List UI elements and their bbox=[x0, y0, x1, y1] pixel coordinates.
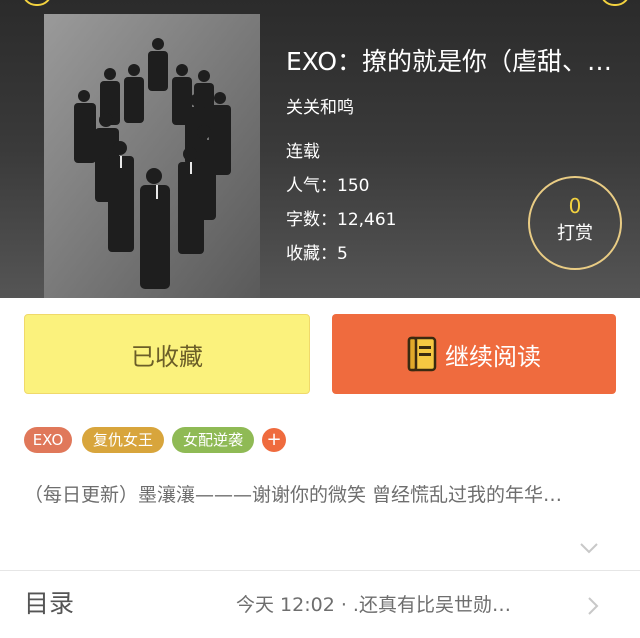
table-of-contents-row[interactable]: 目录 今天 12:02 · .还真有比吴世勋… bbox=[0, 571, 640, 638]
book-favorites: 收藏：5 bbox=[286, 244, 348, 264]
book-status: 连载 bbox=[286, 142, 320, 162]
collected-button-label: 已收藏 bbox=[131, 342, 203, 371]
latest-chapter: 今天 12:02 · .还真有比吴世勋… bbox=[236, 594, 511, 616]
collected-button[interactable]: 已收藏 bbox=[24, 314, 310, 394]
cover-image bbox=[44, 14, 260, 298]
book-icon bbox=[407, 336, 437, 372]
back-button[interactable] bbox=[22, 0, 52, 6]
continue-reading-button[interactable]: 继续阅读 bbox=[332, 314, 616, 394]
tag-supporting-female-comeback[interactable]: 女配逆袭 bbox=[172, 427, 254, 453]
tag-exo[interactable]: EXO bbox=[24, 427, 72, 453]
book-popularity: 人气：150 bbox=[286, 176, 370, 196]
tip-count: 0 bbox=[568, 194, 582, 218]
tip-button[interactable]: 0 打赏 bbox=[528, 176, 622, 270]
chevron-right-icon bbox=[586, 595, 600, 621]
toc-label: 目录 bbox=[24, 589, 75, 618]
tag-revenge-queen[interactable]: 复仇女王 bbox=[82, 427, 164, 453]
book-word-count: 字数：12,461 bbox=[286, 210, 397, 230]
more-button[interactable] bbox=[600, 0, 630, 6]
book-intro[interactable]: （每日更新）墨瀼瀼———谢谢你的微笑 曾经慌乱过我的年华… bbox=[24, 480, 616, 510]
book-author[interactable]: 关关和鸣 bbox=[286, 96, 354, 120]
book-header: EXO：撩的就是你（虐甜、… 关关和鸣 连载 人气：150 字数：12,461 … bbox=[0, 0, 640, 298]
book-cover[interactable] bbox=[44, 14, 260, 298]
tip-label: 打赏 bbox=[557, 223, 593, 244]
add-tag-button[interactable]: + bbox=[262, 428, 286, 452]
continue-reading-label: 继续阅读 bbox=[445, 342, 541, 371]
chevron-down-icon[interactable] bbox=[578, 540, 600, 559]
book-title: EXO：撩的就是你（虐甜、… bbox=[286, 47, 613, 76]
